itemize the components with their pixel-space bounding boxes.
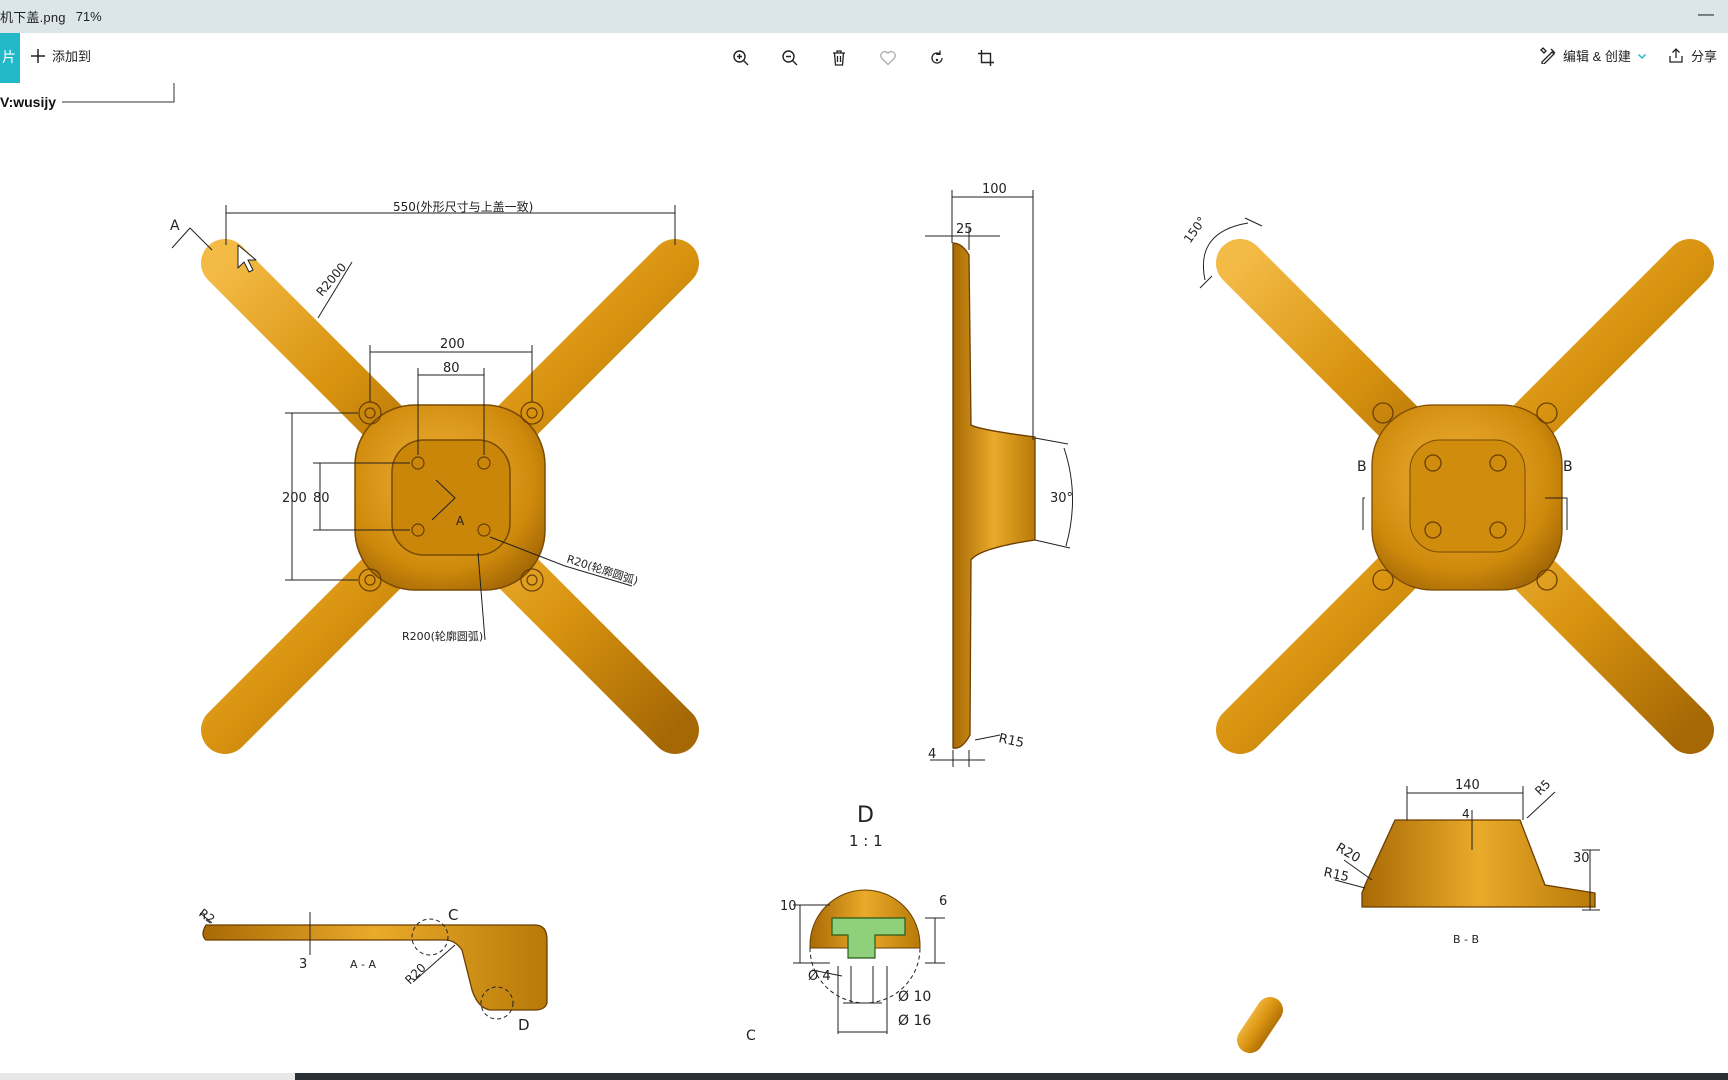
detail-label-c: C bbox=[448, 906, 458, 924]
chevron-down-icon bbox=[1637, 53, 1646, 59]
edit-create-button[interactable]: 编辑 & 创建 bbox=[1540, 46, 1647, 65]
dim-radius-r15: R15 bbox=[997, 731, 1025, 751]
section-aa-label: A - A bbox=[350, 958, 376, 971]
toolbar bbox=[0, 33, 1728, 83]
bottom-bar bbox=[0, 1073, 1728, 1080]
dim-hole-80-h: 80 bbox=[443, 361, 460, 376]
corner-label-c: C bbox=[746, 1028, 756, 1044]
dim-width-140: 140 bbox=[1455, 778, 1480, 793]
section-label-b-left: B bbox=[1357, 459, 1367, 475]
zoom-level: 71% bbox=[75, 9, 102, 24]
dim-thickness-3: 3 bbox=[299, 957, 307, 972]
edit-create-label: 编辑 & 创建 bbox=[1563, 49, 1631, 64]
detail-d-title: D bbox=[857, 803, 874, 828]
dim-hole-200-v: 200 bbox=[282, 491, 307, 506]
dim-height-100: 100 bbox=[982, 182, 1007, 197]
top-view: 550(外形尺寸与上盖一致) R2000 200 80 200 80 R20(轮… bbox=[170, 200, 699, 754]
share-label: 分享 bbox=[1691, 49, 1718, 64]
dim-hole-200-h: 200 bbox=[440, 337, 465, 352]
minimize-button[interactable]: — bbox=[1698, 6, 1714, 24]
section-label-a: A bbox=[170, 218, 180, 234]
dim-angle-30: 30° bbox=[1050, 491, 1073, 506]
section-bb-view: 140 4 R5 R20 R15 30 B - B bbox=[1322, 777, 1600, 946]
right-view: 150° B B bbox=[1181, 214, 1714, 754]
trash-icon bbox=[833, 50, 845, 66]
section-label-b-right: B bbox=[1563, 459, 1573, 475]
dim-width-550: 550(外形尺寸与上盖一致) bbox=[393, 200, 533, 214]
dim-flange-25: 25 bbox=[956, 222, 973, 237]
dim-d4: Ø 4 bbox=[808, 969, 831, 984]
crop-icon bbox=[978, 50, 994, 66]
edit-create-icon bbox=[1540, 47, 1556, 64]
section-aa-view: A - A R2 3 R20 C D bbox=[196, 906, 548, 1034]
dim-d16: Ø 16 bbox=[898, 1013, 931, 1029]
detail-d-view: D 1 : 1 10 6 Ø 4 Ø 10 Ø 16 C bbox=[746, 803, 947, 1044]
dim-wall-4: 4 bbox=[1462, 807, 1470, 821]
zoom-out-button[interactable] bbox=[776, 44, 804, 72]
dim-radius-r2: R2 bbox=[196, 906, 217, 927]
share-icon bbox=[1669, 48, 1683, 63]
partial-part-view bbox=[1237, 997, 1283, 1053]
accent-label: 片 bbox=[2, 49, 16, 65]
progress-segment bbox=[0, 1073, 295, 1080]
dim-radius-r20-aa: R20 bbox=[402, 961, 429, 988]
add-to-button[interactable]: 添加到 bbox=[30, 46, 91, 65]
watermark-underline bbox=[62, 83, 175, 103]
detail-label-d: D bbox=[518, 1016, 530, 1034]
crop-button[interactable] bbox=[972, 44, 1000, 72]
side-view: 100 25 30° 4 R15 bbox=[925, 182, 1073, 767]
share-button[interactable]: 分享 bbox=[1668, 46, 1717, 65]
engineering-drawing: 550(外形尺寸与上盖一致) R2000 200 80 200 80 R20(轮… bbox=[62, 83, 1714, 1053]
dim-radius-r15-bb: R15 bbox=[1322, 865, 1350, 885]
rotate-icon bbox=[931, 50, 943, 64]
favorite-button[interactable] bbox=[874, 44, 902, 72]
dim-thickness-4: 4 bbox=[928, 747, 936, 762]
section-bb-label: B - B bbox=[1453, 933, 1479, 946]
dim-d10: Ø 10 bbox=[898, 989, 931, 1005]
section-label-a-center: A bbox=[456, 514, 465, 528]
rotate-button[interactable] bbox=[923, 44, 951, 72]
dim-hole-80-v: 80 bbox=[313, 491, 330, 506]
sidebar-toggle-button[interactable]: 片 bbox=[0, 33, 20, 83]
zoom-in-icon bbox=[733, 50, 749, 66]
title-bar: 机下盖.png 71% — bbox=[0, 0, 1728, 33]
detail-d-scale: 1 : 1 bbox=[849, 832, 883, 850]
dim-angle-150: 150° bbox=[1181, 214, 1209, 246]
zoom-out-icon bbox=[782, 50, 798, 66]
dim-radius-r5: R5 bbox=[1532, 777, 1553, 798]
window-title: 机下盖.png bbox=[0, 10, 66, 25]
heart-icon bbox=[880, 51, 896, 66]
dim-radius-r2000: R2000 bbox=[314, 260, 350, 299]
zoom-in-button[interactable] bbox=[727, 44, 755, 72]
dim-height-30: 30 bbox=[1573, 851, 1590, 866]
plus-icon bbox=[31, 48, 45, 63]
dim-10: 10 bbox=[780, 899, 797, 914]
delete-button[interactable] bbox=[825, 44, 853, 72]
dim-radius-r200: R200(轮廓圆弧) bbox=[402, 629, 483, 643]
dim-6: 6 bbox=[939, 894, 947, 909]
add-to-label: 添加到 bbox=[52, 49, 92, 64]
